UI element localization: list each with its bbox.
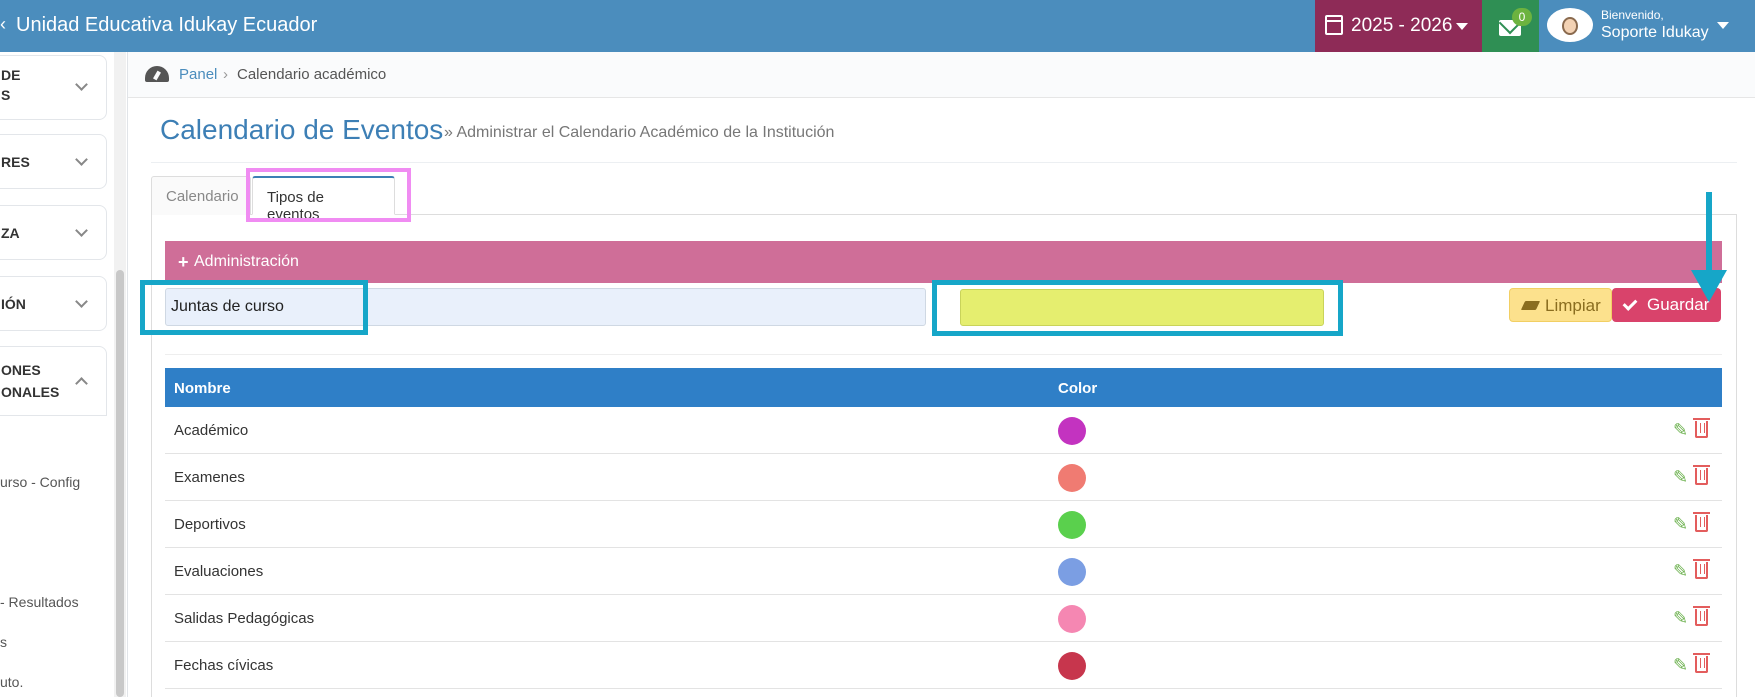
sidebar-item-5[interactable]: ONES ONALES xyxy=(0,346,107,416)
edit-pencil-icon[interactable]: ✎ xyxy=(1673,420,1688,440)
school-year-label: 2025 - 2026 xyxy=(1351,15,1453,36)
breadcrumb-current: Calendario académico xyxy=(237,66,387,83)
table-row: Examenes ✎ xyxy=(165,454,1722,501)
check-icon xyxy=(1622,296,1638,311)
message-count-badge: 0 xyxy=(1512,8,1532,26)
sidebar-item-label: DE xyxy=(1,67,21,83)
color-swatch xyxy=(1058,511,1086,539)
table-row: Salidas Pedagógicas ✎ xyxy=(165,595,1722,642)
chevron-up-icon xyxy=(75,377,88,390)
sidebar-subitem[interactable]: uto. xyxy=(0,674,23,690)
breadcrumb-panel-link[interactable]: Panel xyxy=(179,66,217,83)
edit-pencil-icon[interactable]: ✎ xyxy=(1673,467,1688,487)
sidebar-item-2[interactable]: RES xyxy=(0,134,107,189)
sidebar-item-label: RES xyxy=(1,154,30,170)
column-header-nombre: Nombre xyxy=(174,380,231,397)
user-name: Soporte Idukay xyxy=(1601,24,1709,41)
messages-button[interactable]: 0 xyxy=(1482,0,1539,52)
edit-pencil-icon[interactable]: ✎ xyxy=(1673,514,1688,534)
table-row: Académico ✎ xyxy=(165,407,1722,454)
tab-calendario[interactable]: Calendario xyxy=(151,176,251,215)
arrow-down-icon xyxy=(1691,270,1727,302)
sidebar-item-3[interactable]: ZA xyxy=(0,205,107,260)
delete-trash-icon[interactable] xyxy=(1693,465,1710,485)
school-year-selector[interactable]: 2025 - 2026 xyxy=(1315,0,1482,52)
chevron-down-icon xyxy=(75,224,88,237)
delete-trash-icon[interactable] xyxy=(1693,653,1710,673)
color-swatch xyxy=(1058,417,1086,445)
event-type-name: Fechas cívicas xyxy=(174,657,274,674)
clear-button-label: Limpiar xyxy=(1545,296,1601,315)
calendar-check-icon xyxy=(1325,15,1343,35)
color-swatch xyxy=(1058,605,1086,633)
table-row: Deportivos ✎ xyxy=(165,501,1722,548)
avatar xyxy=(1547,8,1593,42)
event-type-name: Académico xyxy=(174,422,249,439)
delete-trash-icon[interactable] xyxy=(1693,418,1710,438)
highlight-tab-annotation xyxy=(246,168,411,222)
administration-label: Administración xyxy=(194,253,299,270)
sidebar-item-label: ONES xyxy=(1,362,41,378)
color-swatch xyxy=(1058,652,1086,680)
sidebar-subitem[interactable]: urso - Config xyxy=(0,474,80,490)
caret-down-icon xyxy=(1456,23,1468,30)
clear-button[interactable]: Limpiar xyxy=(1509,288,1612,322)
welcome-text: Bienvenido, xyxy=(1601,8,1664,22)
column-header-color: Color xyxy=(1058,380,1098,397)
page-title: Calendario de Eventos xyxy=(160,114,444,145)
edit-pencil-icon[interactable]: ✎ xyxy=(1673,655,1688,675)
sidebar-item-1[interactable]: DE S xyxy=(0,55,107,120)
sidebar-scrollbar-thumb[interactable] xyxy=(116,270,124,697)
delete-trash-icon[interactable] xyxy=(1693,606,1710,626)
color-swatch xyxy=(1058,558,1086,586)
edit-pencil-icon[interactable]: ✎ xyxy=(1673,608,1688,628)
chevron-down-icon xyxy=(75,78,88,91)
table-header: Nombre Color xyxy=(165,368,1722,407)
sidebar-item-label: IÓN xyxy=(1,296,26,312)
sidebar-item-4[interactable]: IÓN xyxy=(0,276,107,331)
table-row: Fechas cívicas ✎ xyxy=(165,642,1722,689)
delete-trash-icon[interactable] xyxy=(1693,512,1710,532)
chevron-down-icon xyxy=(75,295,88,308)
event-type-name: Salidas Pedagógicas xyxy=(174,610,315,627)
sidebar-item-label: ZA xyxy=(1,225,20,241)
chevron-down-icon xyxy=(75,153,88,166)
plus-icon: + xyxy=(178,252,189,272)
caret-down-icon xyxy=(1717,22,1729,29)
event-type-name: Examenes xyxy=(174,469,245,486)
page-subtitle: » Administrar el Calendario Académico de… xyxy=(444,124,835,141)
user-menu[interactable]: Bienvenido, Soporte Idukay xyxy=(1539,0,1739,52)
color-swatch xyxy=(1058,464,1086,492)
school-name[interactable]: Unidad Educativa Idukay Ecuador xyxy=(16,14,317,37)
highlight-name-input-annotation xyxy=(140,280,368,335)
sidebar-item-label: S xyxy=(1,87,11,103)
sidebar-subitem[interactable]: - Resultados xyxy=(0,594,79,610)
edit-pencil-icon[interactable]: ✎ xyxy=(1673,561,1688,581)
highlight-color-input-annotation xyxy=(932,280,1343,336)
arrow-annotation xyxy=(1706,192,1712,276)
back-chevron-icon[interactable]: ‹ xyxy=(0,14,6,35)
administration-bar[interactable]: + Administración xyxy=(165,241,1722,283)
sidebar-item-label: ONALES xyxy=(1,384,60,400)
divider xyxy=(151,162,1737,163)
eraser-icon xyxy=(1520,301,1541,310)
divider xyxy=(165,354,1722,355)
breadcrumb-separator: › xyxy=(223,66,228,83)
sidebar-subitem[interactable]: s xyxy=(0,634,7,650)
table-row: Evaluaciones ✎ xyxy=(165,548,1722,595)
event-type-name: Deportivos xyxy=(174,516,246,533)
event-type-name: Evaluaciones xyxy=(174,563,264,580)
delete-trash-icon[interactable] xyxy=(1693,559,1710,579)
